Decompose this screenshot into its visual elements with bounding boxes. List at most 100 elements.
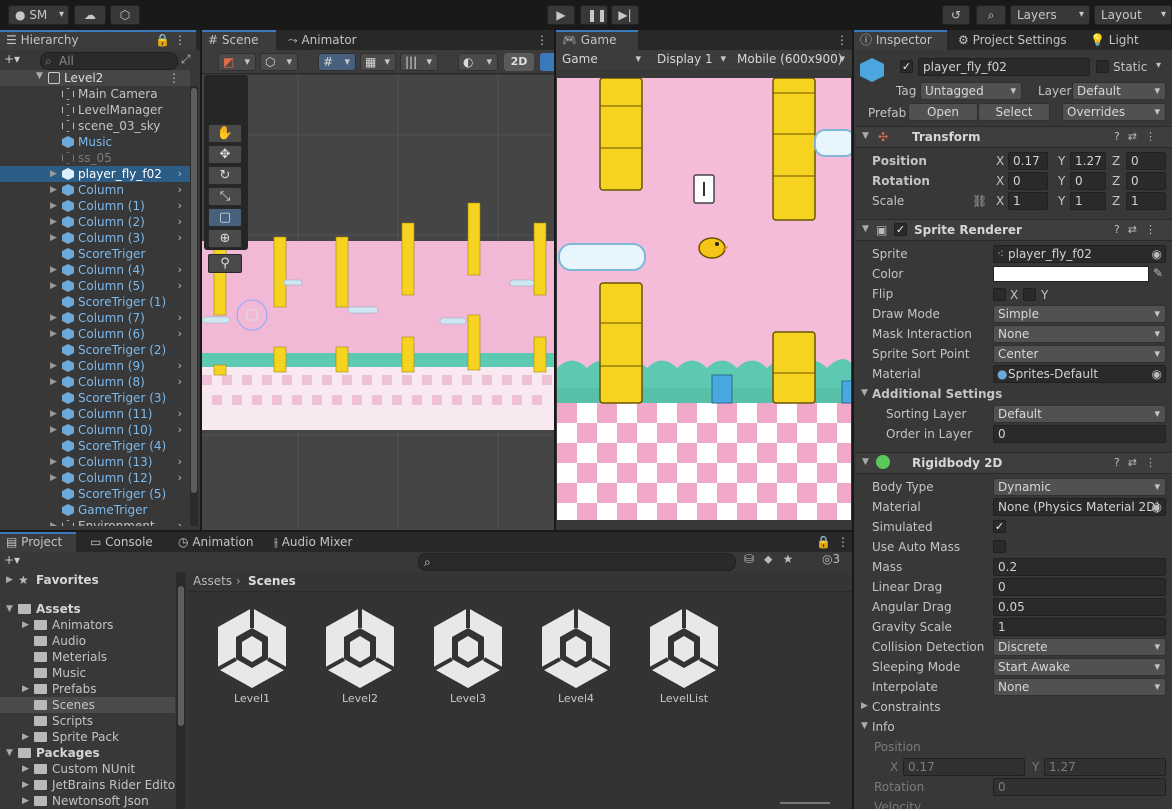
- rigidbody-header[interactable]: ▼ Rigidbody 2D ?⇄⋮: [856, 452, 1172, 474]
- create-asset-button[interactable]: +▾: [4, 553, 20, 567]
- expand-arrow-icon[interactable]: ▶: [50, 310, 57, 326]
- project-tree-item[interactable]: ▶ Animators: [0, 617, 175, 633]
- history-button[interactable]: ↺: [942, 5, 970, 25]
- scene-asset[interactable]: LevelList: [644, 606, 724, 705]
- expand-arrow-icon[interactable]: ▶: [50, 214, 57, 230]
- scale-x-field[interactable]: 1: [1008, 192, 1048, 210]
- prefab-open-icon[interactable]: ›: [178, 470, 182, 486]
- material-field[interactable]: ● Sprites-Default ◉: [993, 365, 1166, 383]
- tag-dropdown[interactable]: Untagged: [920, 82, 1022, 100]
- chevron-down-icon[interactable]: ▾: [1156, 60, 1161, 71]
- transform-tool[interactable]: ⊕: [208, 229, 242, 248]
- hierarchy-item[interactable]: ▶ › Column (11): [0, 406, 190, 422]
- prefab-open-icon[interactable]: ›: [178, 454, 182, 470]
- project-tree-item[interactable]: Meterials: [0, 649, 175, 665]
- tab-project-settings[interactable]: ⚙ Project Settings: [952, 30, 1073, 50]
- sprite-field[interactable]: ⁖ player_fly_f02 ◉: [993, 245, 1166, 263]
- game-viewport[interactable]: [557, 78, 851, 520]
- breadcrumb-root[interactable]: Assets: [193, 574, 232, 588]
- hierarchy-item[interactable]: ▶ › Column (9): [0, 358, 190, 374]
- expand-arrow-icon[interactable]: ▶: [50, 262, 57, 278]
- hierarchy-item[interactable]: ▶ › Column (10): [0, 422, 190, 438]
- hierarchy-item[interactable]: ScoreTriger (4): [0, 438, 190, 454]
- lighting-dropdown[interactable]: ◐: [458, 53, 498, 71]
- object-picker-icon[interactable]: ◉: [1152, 246, 1162, 262]
- scene-asset[interactable]: Level2: [320, 606, 400, 705]
- scrollbar-thumb[interactable]: [178, 586, 184, 726]
- hierarchy-item[interactable]: ▶ › Column (4): [0, 262, 190, 278]
- hierarchy-item[interactable]: ss_05: [0, 150, 190, 166]
- scrollbar-thumb[interactable]: [191, 88, 197, 493]
- rect-tool[interactable]: ▢: [208, 208, 242, 227]
- project-tree-item[interactable]: ▼ Assets: [0, 601, 175, 617]
- prefab-open-icon[interactable]: ›: [178, 518, 182, 526]
- hierarchy-item[interactable]: ▶ › Column (3): [0, 230, 190, 246]
- draw-mode-dropdown[interactable]: ◩: [218, 53, 256, 71]
- pause-button[interactable]: ❚❚: [580, 5, 608, 25]
- simulated-checkbox[interactable]: ✓: [993, 520, 1006, 533]
- snap-dropdown[interactable]: ▦: [360, 53, 396, 71]
- breadcrumb-current[interactable]: Scenes: [248, 574, 296, 588]
- hidden-packages-icon[interactable]: ◎3: [822, 552, 840, 566]
- custom-tool[interactable]: ⚲: [208, 254, 242, 273]
- layers-dropdown[interactable]: Layers ▾: [1010, 5, 1090, 25]
- expand-arrow-icon[interactable]: ▶: [22, 617, 29, 633]
- account-dropdown[interactable]: ● SM ▾: [8, 5, 69, 25]
- scale-z-field[interactable]: 1: [1126, 192, 1166, 210]
- rb-material-field[interactable]: None (Physics Material 2D) ◉: [993, 498, 1166, 516]
- gravity-scale-field[interactable]: 1: [993, 618, 1166, 636]
- hierarchy-item[interactable]: scene_03_sky: [0, 118, 190, 134]
- tab-console[interactable]: ▭ Console: [84, 532, 159, 552]
- expand-arrow-icon[interactable]: ▶: [861, 701, 868, 711]
- hierarchy-item[interactable]: ▶ › Column (6): [0, 326, 190, 342]
- flip-x-checkbox[interactable]: [993, 288, 1006, 301]
- project-search-input[interactable]: ⌕: [418, 553, 736, 571]
- scene-asset[interactable]: Level1: [212, 606, 292, 705]
- position-y-field[interactable]: 1.27: [1070, 152, 1106, 170]
- expand-arrow-icon[interactable]: ▶: [50, 406, 57, 422]
- expand-arrow-icon[interactable]: ▶: [50, 198, 57, 214]
- transform-header[interactable]: ▼ ✣ Transform ?⇄⋮: [856, 126, 1172, 148]
- prefab-open-icon[interactable]: ›: [178, 230, 182, 246]
- hierarchy-item[interactable]: ▶ › Environment: [0, 518, 190, 526]
- project-tree-item[interactable]: Audio: [0, 633, 175, 649]
- object-picker-icon[interactable]: ◉: [1152, 366, 1162, 382]
- rotate-tool[interactable]: ↻: [208, 166, 242, 185]
- expand-arrow-icon[interactable]: ▶: [50, 278, 57, 294]
- object-picker-icon[interactable]: ◉: [1152, 499, 1162, 515]
- hierarchy-item[interactable]: ScoreTriger (2): [0, 342, 190, 358]
- sleeping-mode-dropdown[interactable]: Start Awake: [993, 658, 1166, 676]
- expand-arrow-icon[interactable]: ▶: [22, 793, 29, 809]
- position-z-field[interactable]: 0: [1126, 152, 1166, 170]
- hierarchy-item[interactable]: ▶ › Column (1): [0, 198, 190, 214]
- prefab-select-button[interactable]: Select: [978, 103, 1050, 121]
- collision-detection-dropdown[interactable]: Discrete: [993, 638, 1166, 656]
- prefab-open-icon[interactable]: ›: [178, 358, 182, 374]
- expand-arrow-icon[interactable]: ▼: [36, 71, 43, 81]
- use-auto-mass-checkbox[interactable]: [993, 540, 1006, 553]
- project-tree-item[interactable]: ▶ Prefabs: [0, 681, 175, 697]
- constrain-proportions-icon[interactable]: ⛓: [972, 194, 987, 208]
- filter-icons[interactable]: ⛁⬥★: [744, 552, 803, 567]
- object-name-field[interactable]: player_fly_f02: [918, 58, 1090, 76]
- linear-drag-field[interactable]: 0: [993, 578, 1166, 596]
- cloud-button[interactable]: ☁: [74, 5, 106, 25]
- move-tool[interactable]: ✥: [208, 145, 242, 164]
- toggle-2d-button[interactable]: 2D: [504, 53, 534, 71]
- hierarchy-item[interactable]: ▶ › Column: [0, 182, 190, 198]
- project-tree-item[interactable]: ▶ JetBrains Rider Editor: [0, 777, 176, 793]
- component-actions-icons[interactable]: ?⇄⋮: [1114, 456, 1164, 469]
- prefab-open-icon[interactable]: ›: [178, 166, 182, 182]
- hierarchy-item[interactable]: LevelManager: [0, 102, 190, 118]
- hierarchy-item[interactable]: Music: [0, 134, 190, 150]
- step-button[interactable]: ▶|: [611, 5, 639, 25]
- expand-arrow-icon[interactable]: ▶: [50, 182, 57, 198]
- layer-dropdown[interactable]: Default: [1072, 82, 1166, 100]
- expand-arrow-icon[interactable]: ▶: [22, 729, 29, 745]
- hierarchy-item[interactable]: ScoreTriger (5): [0, 486, 190, 502]
- grid-snapping-dropdown[interactable]: #: [318, 53, 356, 71]
- rotation-y-field[interactable]: 0: [1070, 172, 1106, 190]
- tab-inspector[interactable]: ⓘ Inspector: [854, 30, 947, 50]
- flip-y-checkbox[interactable]: [1023, 288, 1036, 301]
- scale-tool[interactable]: ⤡: [208, 187, 242, 206]
